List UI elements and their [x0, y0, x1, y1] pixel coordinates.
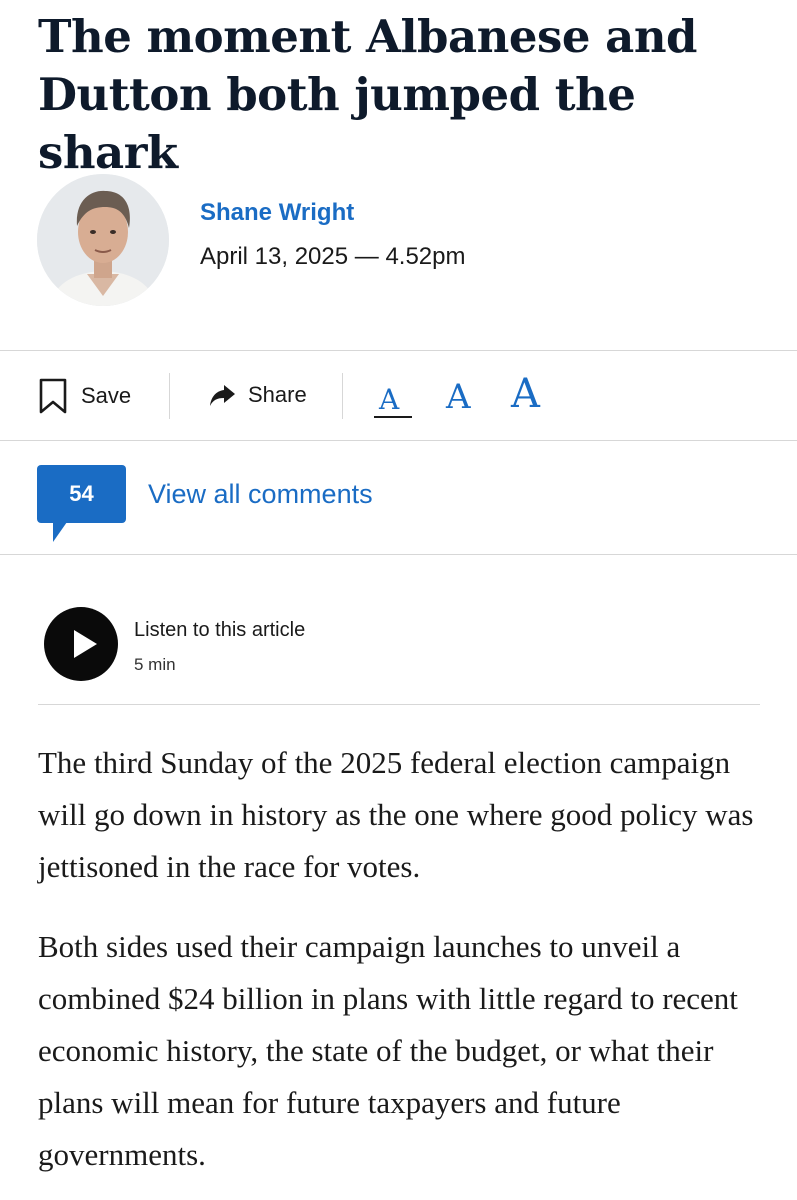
toolbar-separator	[169, 373, 170, 419]
play-icon	[74, 630, 97, 658]
comments-divider	[0, 554, 797, 555]
avatar-portrait-image	[37, 174, 169, 306]
font-size-medium-label: A	[446, 377, 471, 417]
comment-count: 54	[69, 481, 94, 506]
listen-duration: 5 min	[134, 655, 176, 674]
font-size-small-button[interactable]: A	[379, 386, 399, 414]
article-paragraph: Both sides used their campaign launches …	[38, 929, 738, 1172]
bookmark-icon	[38, 378, 68, 414]
listen-article-title: Listen to this article	[134, 619, 306, 641]
author-avatar[interactable]	[37, 174, 169, 306]
font-size-large-button[interactable]: A	[511, 374, 540, 414]
save-label: Save	[81, 383, 132, 408]
publish-timestamp: April 13, 2025 — 4.52pm	[200, 243, 466, 270]
comment-count-badge[interactable]: 54	[37, 465, 126, 523]
toolbar-bottom-divider	[0, 440, 797, 441]
share-arrow-icon	[208, 381, 236, 409]
author-name-link[interactable]: Shane Wright	[200, 199, 354, 227]
font-size-large-label: A	[511, 371, 540, 417]
save-button[interactable]: Save	[38, 378, 131, 414]
article-headline: The moment Albanese and Dutton both jump…	[38, 10, 698, 179]
article-paragraph: The third Sunday of the 2025 federal ele…	[38, 745, 754, 884]
comment-bubble-tail	[53, 522, 67, 542]
toolbar-top-divider	[0, 350, 797, 351]
font-size-small-label: A	[379, 383, 400, 416]
share-label: Share	[248, 382, 307, 407]
toolbar-separator	[342, 373, 343, 419]
font-size-medium-button[interactable]: A	[446, 380, 471, 414]
share-button[interactable]: Share	[208, 381, 307, 409]
selected-font-size-underline	[374, 416, 412, 418]
view-all-comments-link[interactable]: View all comments	[148, 479, 373, 510]
listen-play-button[interactable]	[44, 607, 118, 681]
audio-divider	[38, 704, 760, 705]
